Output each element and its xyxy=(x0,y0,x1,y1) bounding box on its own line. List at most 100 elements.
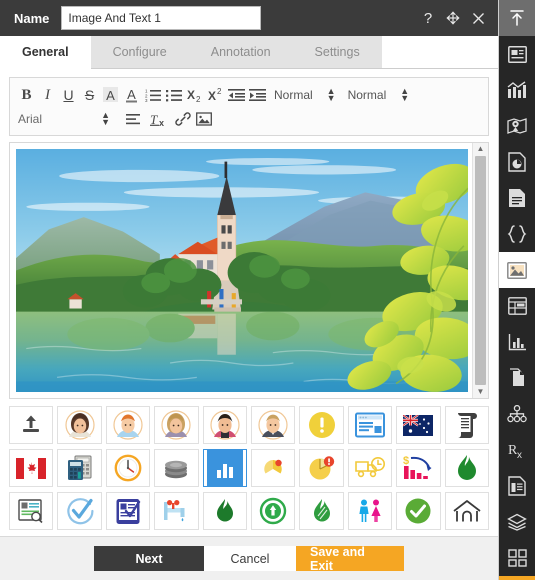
toolbar-row-1: B I U S A A 1 2 3 X 2 X 2 Normal ▲ ▼ Nor… xyxy=(16,83,482,107)
clear-formatting-icon[interactable]: T x xyxy=(147,108,169,130)
insert-image-icon[interactable] xyxy=(193,108,214,130)
icon-browser-window-icon[interactable] xyxy=(347,406,393,444)
inserted-image[interactable] xyxy=(16,149,468,392)
content-vertical-scrollbar[interactable]: ▲ ▼ xyxy=(472,143,488,398)
font-color-icon[interactable]: A xyxy=(121,84,142,106)
close-icon[interactable] xyxy=(470,10,486,26)
svg-text:A: A xyxy=(106,88,115,103)
rail-chart-icon[interactable] xyxy=(499,72,535,108)
icon-pie-slice-icon[interactable] xyxy=(251,449,296,487)
tab-configure[interactable]: Configure xyxy=(90,36,189,68)
chevron-updown-icon: ▲ ▼ xyxy=(326,86,336,103)
rail-text-block-icon[interactable] xyxy=(499,36,535,72)
tab-annotation[interactable]: Annotation xyxy=(188,36,293,68)
icon-scroll-document-icon[interactable] xyxy=(444,406,489,444)
underline-icon[interactable]: U xyxy=(58,84,79,106)
app-root: Name ? xyxy=(0,0,535,580)
rail-map-icon[interactable] xyxy=(499,108,535,144)
rail-grid-icon[interactable] xyxy=(499,540,535,576)
outdent-icon[interactable] xyxy=(226,84,247,106)
content-editor-pane[interactable]: ▲ ▼ xyxy=(9,142,489,399)
rail-form-icon[interactable] xyxy=(499,468,535,504)
unordered-list-icon[interactable] xyxy=(163,84,184,106)
tab-settings[interactable]: Settings xyxy=(292,36,382,68)
ordered-list-icon[interactable]: 1 2 3 xyxy=(142,84,163,106)
chevron-updown-icon-3: ▲ ▼ xyxy=(101,110,110,127)
indent-icon[interactable] xyxy=(247,84,268,106)
text-highlight-icon[interactable]: A xyxy=(100,84,121,106)
content-editor-area[interactable] xyxy=(10,143,472,398)
icon-flag-australia-icon[interactable] xyxy=(396,406,441,444)
superscript-icon[interactable]: X 2 xyxy=(205,84,226,106)
name-input[interactable] xyxy=(61,6,262,30)
icon-flame-green-icon[interactable] xyxy=(444,449,489,487)
icon-cost-decrease-chart-icon[interactable]: $ xyxy=(396,449,441,487)
dialog-titlebar: Name ? xyxy=(0,0,498,36)
insert-link-icon[interactable] xyxy=(172,108,193,130)
icon-clock-icon[interactable] xyxy=(105,449,151,487)
scrollbar-thumb[interactable] xyxy=(475,156,486,385)
rail-document-icon[interactable] xyxy=(499,180,535,216)
tabs-filler xyxy=(381,36,498,68)
rail-prescription-icon[interactable]: R x xyxy=(499,432,535,468)
font-size-value: Normal xyxy=(347,88,387,102)
align-icon[interactable] xyxy=(122,108,143,130)
icon-bar-chart-blue-icon[interactable] xyxy=(202,449,247,487)
titlebar-actions: ? xyxy=(420,10,490,26)
rail-copy-page-icon[interactable] xyxy=(499,360,535,396)
rail-hierarchy-icon[interactable] xyxy=(499,396,535,432)
rail-collapse-up-icon[interactable] xyxy=(499,0,535,36)
scrollbar-track[interactable] xyxy=(475,156,486,385)
strikethrough-icon[interactable]: S xyxy=(79,84,100,106)
icon-avatar-man-ginger-icon[interactable] xyxy=(105,406,151,444)
save-and-exit-button[interactable]: Save and Exit xyxy=(296,545,404,573)
rail-code-braces-icon[interactable] xyxy=(499,216,535,252)
rail-download-icon[interactable] xyxy=(499,576,535,580)
icon-flame-dark-green-icon[interactable] xyxy=(202,492,247,530)
icon-restroom-gender-icon[interactable] xyxy=(347,492,393,530)
svg-text:x: x xyxy=(159,118,164,127)
icon-recycle-badge-icon[interactable] xyxy=(251,492,296,530)
icon-home-outline-icon[interactable] xyxy=(444,492,489,530)
italic-icon[interactable]: I xyxy=(37,84,58,106)
rail-image-icon[interactable] xyxy=(499,252,535,288)
rail-report-icon[interactable] xyxy=(499,144,535,180)
icon-coins-stack-icon[interactable] xyxy=(154,449,199,487)
rail-layers-icon[interactable] xyxy=(499,504,535,540)
icon-avatar-man-suit-icon[interactable] xyxy=(251,406,296,444)
icon-upload-icon[interactable] xyxy=(9,406,54,444)
icon-avatar-boy-dark-hair-icon[interactable] xyxy=(202,406,247,444)
icon-leaf-flame-icon[interactable] xyxy=(299,492,344,530)
icon-alert-exclamation-icon[interactable] xyxy=(299,406,344,444)
subscript-icon[interactable]: X 2 xyxy=(184,84,205,106)
move-icon[interactable] xyxy=(445,10,461,26)
font-family-select[interactable]: Arial ▲ ▼ xyxy=(18,110,122,127)
icon-avatar-woman-brown-hair-icon[interactable] xyxy=(57,406,102,444)
icon-water-tap-icon[interactable] xyxy=(154,492,199,530)
bold-icon[interactable]: B xyxy=(16,84,37,106)
icon-document-search-icon[interactable] xyxy=(9,492,54,530)
right-toolbar-rail: R x xyxy=(499,0,535,580)
scroll-down-arrow-icon[interactable]: ▼ xyxy=(477,388,485,396)
icon-avatar-woman-blonde-icon[interactable] xyxy=(154,406,199,444)
next-button[interactable]: Next xyxy=(94,546,204,571)
tab-general[interactable]: General xyxy=(0,36,91,69)
rail-table-icon[interactable] xyxy=(499,288,535,324)
icon-pie-chart-alert-icon[interactable] xyxy=(299,449,344,487)
svg-text:2: 2 xyxy=(217,87,222,96)
icon-calculator-icon[interactable] xyxy=(57,449,102,487)
dialog-tabs: General Configure Annotation Settings xyxy=(0,36,498,69)
help-icon[interactable]: ? xyxy=(420,10,436,26)
cancel-button[interactable]: Cancel xyxy=(204,546,296,571)
rail-analytics-icon[interactable] xyxy=(499,324,535,360)
scroll-up-arrow-icon[interactable]: ▲ xyxy=(477,145,485,153)
svg-text:X: X xyxy=(208,89,216,103)
font-size-select[interactable]: Normal ▲ ▼ xyxy=(347,87,410,103)
icon-flag-canada-icon[interactable] xyxy=(9,449,54,487)
icon-delivery-truck-time-icon[interactable] xyxy=(347,449,393,487)
icon-clipboard-id-check-icon[interactable] xyxy=(105,492,151,530)
icon-check-circle-green-icon[interactable] xyxy=(396,492,441,530)
paragraph-style-select[interactable]: Normal ▲ ▼ xyxy=(274,86,336,103)
dialog-footer: Next Cancel Save and Exit xyxy=(0,536,498,580)
icon-check-circle-outline-icon[interactable] xyxy=(57,492,102,530)
